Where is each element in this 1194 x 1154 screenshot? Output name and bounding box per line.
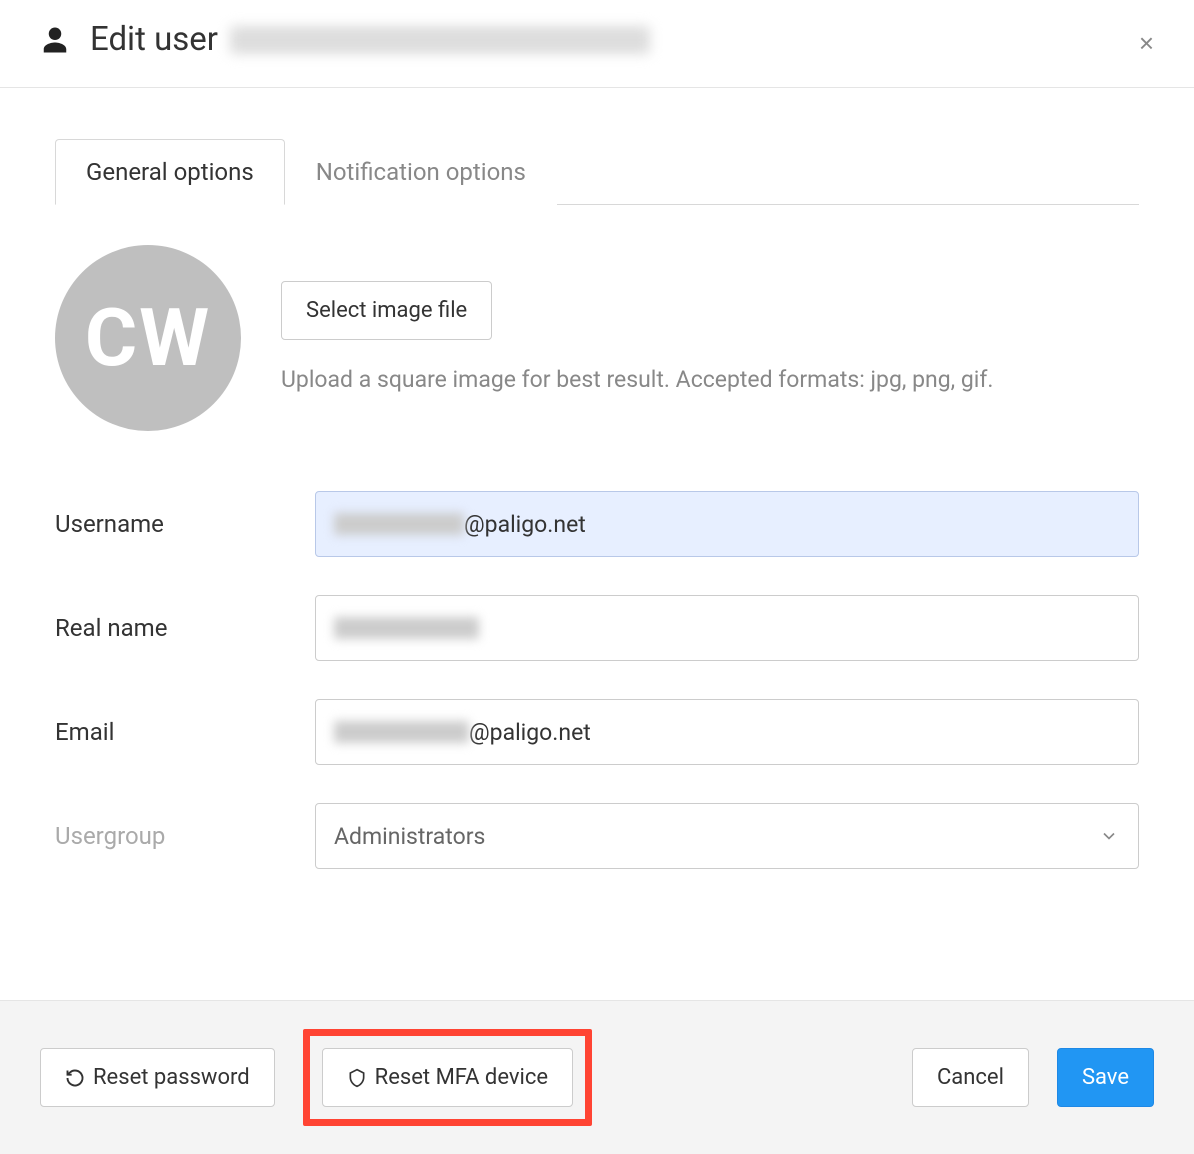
reset-mfa-button[interactable]: Reset MFA device (322, 1048, 573, 1107)
label-realname: Real name (55, 614, 285, 642)
shield-icon (347, 1068, 367, 1088)
row-username: Username @paligo.net (55, 491, 1139, 557)
realname-redacted (334, 617, 479, 639)
avatar-help-text: Upload a square image for best result. A… (281, 364, 1139, 396)
input-email[interactable]: @paligo.net (315, 699, 1139, 765)
tab-panel-general: CW Select image file Upload a square ima… (55, 205, 1139, 869)
modal-footer: Reset password Reset MFA device Cancel S… (0, 1000, 1194, 1154)
select-usergroup[interactable]: Administrators (315, 803, 1139, 869)
row-usergroup: Usergroup Administrators (55, 803, 1139, 869)
email-suffix: @paligo.net (469, 719, 591, 746)
select-image-button[interactable]: Select image file (281, 281, 492, 340)
email-prefix-redacted (334, 721, 469, 743)
reset-mfa-label: Reset MFA device (375, 1065, 548, 1090)
username-suffix: @paligo.net (464, 511, 586, 538)
label-usergroup: Usergroup (55, 822, 285, 850)
title-prefix: Edit user (90, 20, 218, 59)
reset-password-label: Reset password (93, 1065, 250, 1090)
modal-body: General options Notification options CW … (0, 88, 1194, 1000)
edit-user-modal: Edit user × General options Notification… (0, 0, 1194, 1154)
modal-header: Edit user × (0, 0, 1194, 88)
avatar: CW (55, 245, 241, 431)
refresh-icon (65, 1068, 85, 1088)
tabs: General options Notification options (55, 138, 1139, 205)
modal-title: Edit user (90, 20, 650, 59)
close-button[interactable]: × (1139, 30, 1154, 56)
tab-notification-options[interactable]: Notification options (285, 139, 557, 205)
username-prefix-redacted (334, 513, 464, 535)
cancel-button[interactable]: Cancel (912, 1048, 1029, 1107)
save-button[interactable]: Save (1057, 1048, 1154, 1107)
row-realname: Real name (55, 595, 1139, 661)
tab-general-options[interactable]: General options (55, 139, 285, 205)
avatar-section: CW Select image file Upload a square ima… (55, 245, 1139, 431)
label-username: Username (55, 510, 285, 538)
input-realname[interactable] (315, 595, 1139, 661)
reset-mfa-highlight: Reset MFA device (303, 1029, 592, 1126)
title-user-email-redacted (230, 26, 650, 54)
reset-password-button[interactable]: Reset password (40, 1048, 275, 1107)
label-email: Email (55, 718, 285, 746)
input-username[interactable]: @paligo.net (315, 491, 1139, 557)
row-email: Email @paligo.net (55, 699, 1139, 765)
user-icon (40, 25, 70, 55)
avatar-actions: Select image file Upload a square image … (281, 245, 1139, 396)
select-usergroup-value: Administrators (315, 803, 1139, 869)
